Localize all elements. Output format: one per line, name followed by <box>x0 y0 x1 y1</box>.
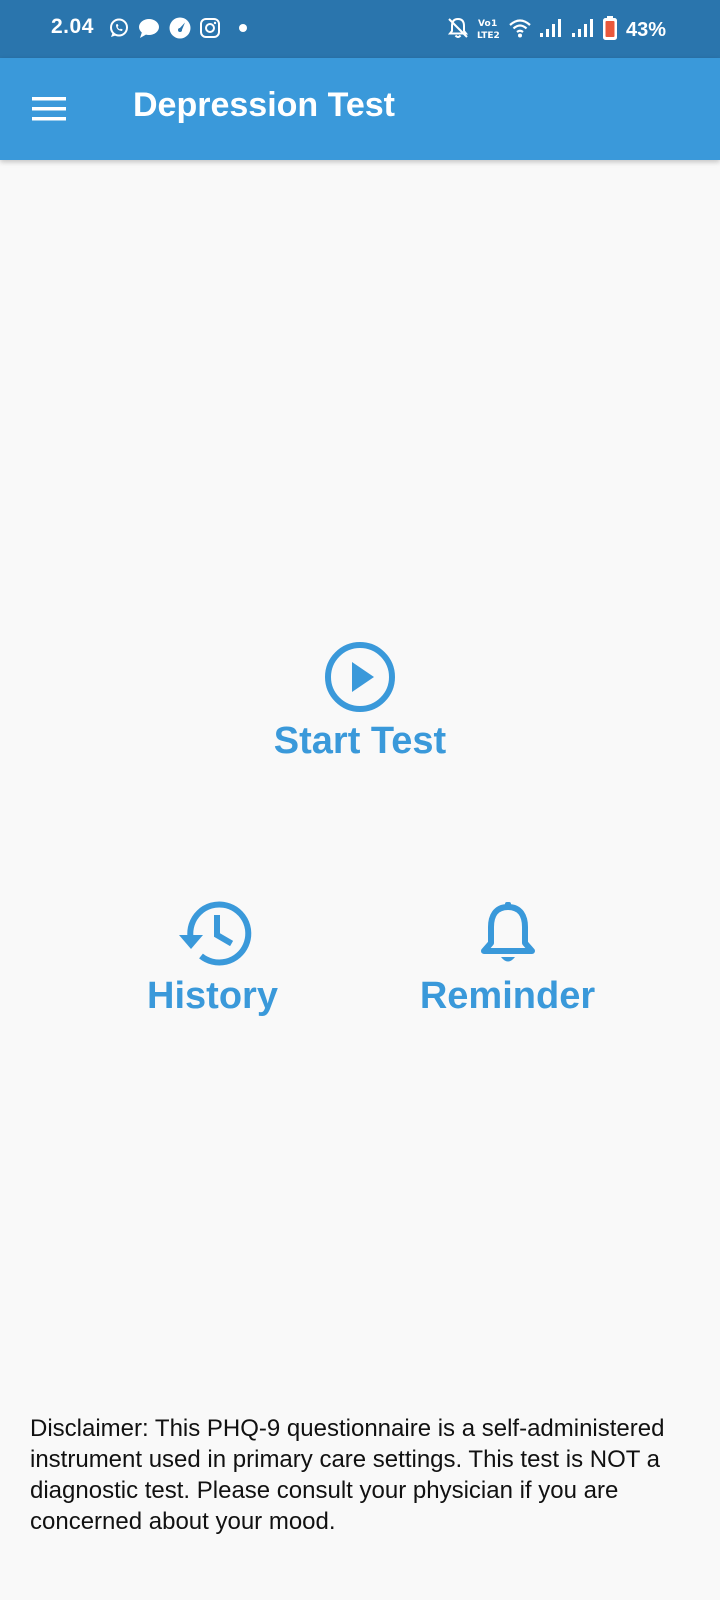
battery-percent: 43% <box>626 18 667 41</box>
mute-bell-icon <box>446 16 470 45</box>
signal-icon <box>538 17 564 44</box>
hamburger-menu-icon <box>32 97 66 121</box>
app-bar: Depression Test <box>0 58 720 160</box>
wifi-icon <box>508 17 532 44</box>
reminder-button[interactable]: Reminder <box>400 898 615 1018</box>
play-circle-icon <box>325 642 395 712</box>
start-test-button[interactable]: Start Test <box>210 640 510 763</box>
battery-icon <box>602 15 618 46</box>
menu-button[interactable] <box>26 86 72 132</box>
svg-text:1: 1 <box>491 19 497 29</box>
status-notification-icons <box>108 17 250 43</box>
reminder-label: Reminder <box>419 975 596 1017</box>
svg-text:LTE2: LTE2 <box>477 31 500 41</box>
start-test-label: Start Test <box>273 720 447 762</box>
svg-text:Vo: Vo <box>478 19 491 29</box>
speedometer-icon <box>168 16 192 45</box>
page-title: Depression Test <box>133 86 396 124</box>
chat-bubble-icon <box>137 17 161 44</box>
signal-icon <box>570 17 596 44</box>
history-clock-icon <box>178 901 251 966</box>
whatsapp-icon <box>108 17 130 44</box>
status-system-icons: Vo 1 LTE2 43% <box>446 15 667 46</box>
disclaimer-text: Disclaimer: This PHQ-9 questionnaire is … <box>30 1415 665 1535</box>
history-button[interactable]: History <box>110 898 315 1018</box>
history-label: History <box>147 975 278 1017</box>
volte-lte2-icon: Vo 1 LTE2 <box>476 15 502 46</box>
bell-icon <box>480 902 535 962</box>
status-bar: 2.04 Vo 1 LTE2 43% <box>0 0 720 58</box>
status-time: 2.04 <box>51 15 94 38</box>
dot-icon <box>228 17 250 44</box>
instagram-icon <box>199 17 221 44</box>
